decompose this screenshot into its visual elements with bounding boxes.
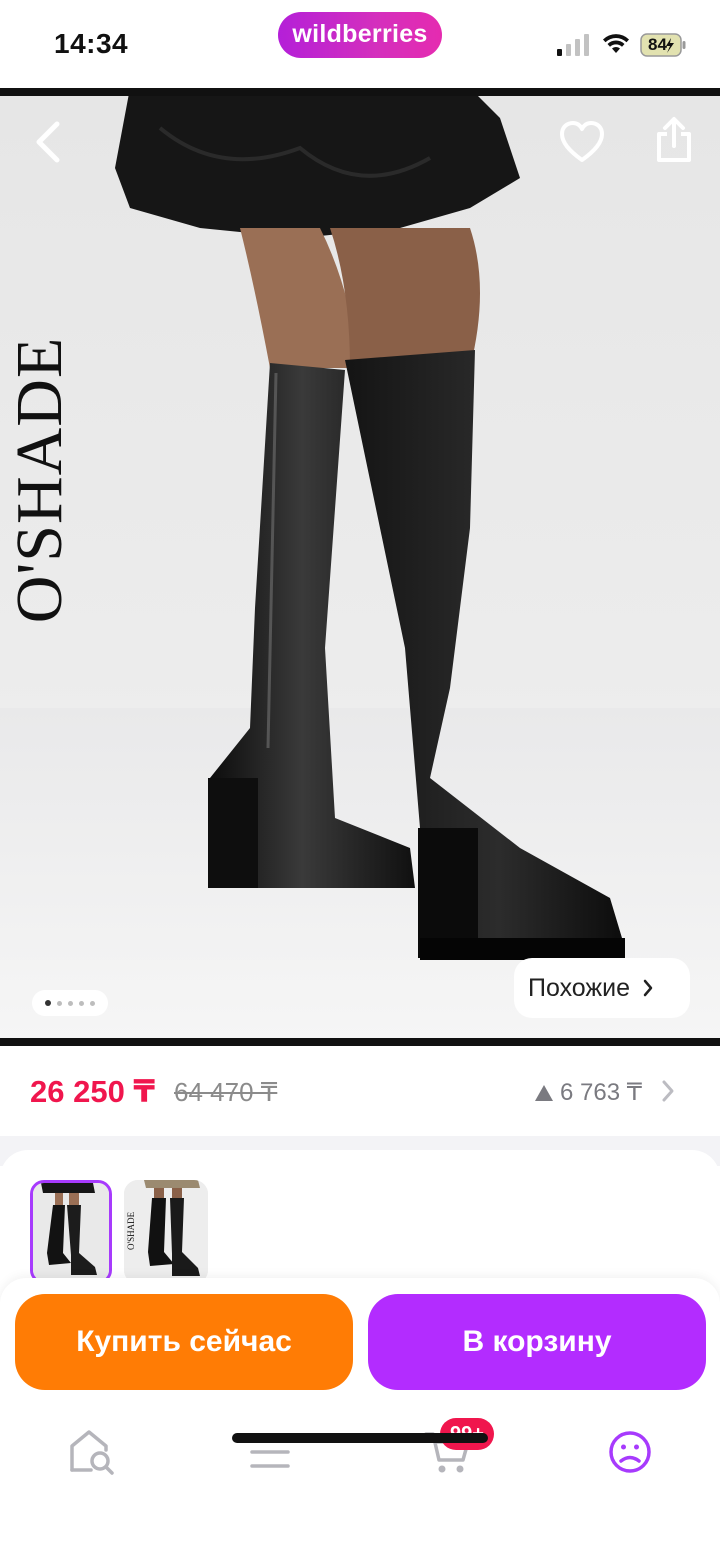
add-to-cart-button[interactable]: В корзину <box>368 1294 706 1390</box>
back-button[interactable] <box>24 118 72 166</box>
wifi-icon <box>603 34 629 53</box>
heart-icon <box>560 121 604 162</box>
chevron-right-icon[interactable] <box>660 1078 676 1104</box>
image-top-border <box>0 88 720 96</box>
product-photo <box>0 88 720 1046</box>
price-delta-value: 6 763 ₸ <box>560 1079 642 1106</box>
boots-thumbnail-image <box>33 1183 109 1281</box>
home-indicator[interactable] <box>232 1433 488 1443</box>
triangle-up-icon <box>535 1084 553 1101</box>
current-price: 26 250 ₸ <box>30 1074 155 1109</box>
home-search-icon <box>70 1430 114 1475</box>
chevron-left-icon <box>36 121 60 163</box>
gallery-pager <box>32 990 108 1016</box>
pager-dot <box>79 1000 84 1006</box>
similar-label: Похожие <box>528 973 631 1002</box>
profile-icon <box>609 1431 651 1473</box>
price-section[interactable]: 26 250 ₸ 64 470 ₸ 6 763 ₸ <box>0 1046 720 1136</box>
similar-button[interactable]: Похожие <box>514 958 690 1018</box>
nav-profile[interactable] <box>602 1426 658 1478</box>
thumbnail-strip: O'SHADE <box>0 1150 720 1290</box>
buy-now-button[interactable]: Купить сейчас <box>15 1294 353 1390</box>
pager-dot <box>90 1000 95 1006</box>
nav-home[interactable] <box>64 1426 120 1478</box>
share-icon <box>657 117 691 162</box>
bottom-navigation: 99+ <box>0 1402 720 1558</box>
share-button[interactable] <box>650 114 698 166</box>
purchase-actions: Купить сейчас В корзину <box>0 1278 720 1402</box>
price-history[interactable]: 6 763 ₸ <box>534 1078 642 1107</box>
battery-icon: 84 <box>640 33 686 57</box>
thumbnail-1[interactable] <box>30 1180 112 1284</box>
thumbnail-watermark: O'SHADE <box>126 1211 136 1250</box>
chevron-right-icon <box>643 979 653 997</box>
thumbnail-2[interactable]: O'SHADE <box>124 1180 208 1284</box>
boots-thumbnail-image: O'SHADE <box>124 1180 208 1284</box>
brand-watermark: O'SHADE <box>3 336 76 624</box>
pager-dot <box>68 1000 73 1006</box>
image-bottom-border <box>0 1038 720 1046</box>
cellular-signal-icon <box>557 34 589 56</box>
favorite-button[interactable] <box>556 118 608 166</box>
product-image-gallery[interactable]: O'SHADE Похожие <box>0 88 720 1046</box>
wildberries-logo[interactable]: wildberries <box>278 12 442 58</box>
status-time: 14:34 <box>54 28 129 59</box>
pager-dot <box>57 1000 62 1006</box>
status-bar: 14:34 wildberries 84 <box>0 0 720 88</box>
pager-dot <box>45 1000 51 1006</box>
old-price: 64 470 ₸ <box>174 1077 278 1107</box>
battery-level: 84 <box>648 35 667 54</box>
